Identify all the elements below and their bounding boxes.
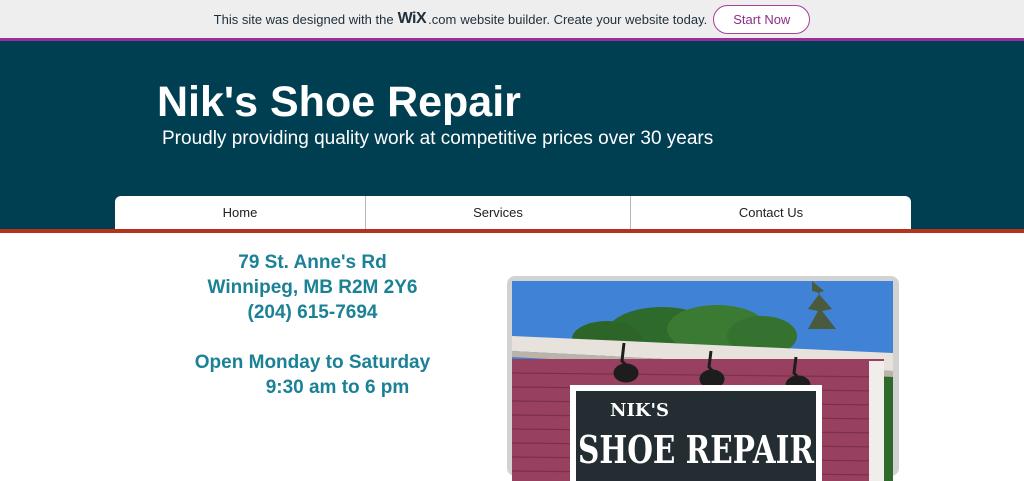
wix-logo: WiX (397, 10, 427, 27)
address-line-1: 79 St. Anne's Rd (238, 252, 387, 273)
contact-info: 79 St. Anne's Rd Winnipeg, MB R2M 2Y6 (2… (160, 250, 465, 400)
wix-promo-banner: This site was designed with the WiX .com… (0, 0, 1024, 38)
phone-number[interactable]: (204) 615-7694 (160, 300, 465, 325)
site-tagline: Proudly providing quality work at compet… (162, 128, 714, 149)
storefront-photo[interactable]: NIK'S SHOE REPAIR (512, 281, 893, 481)
hours-time: 9:30 am to 6 pm (265, 377, 410, 398)
nav-divider (0, 229, 1024, 233)
storefront-illustration: NIK'S SHOE REPAIR (512, 281, 893, 481)
start-now-button[interactable]: Start Now (713, 4, 811, 34)
sign-small-text: NIK'S (610, 400, 669, 421)
storefront-photo-frame: NIK'S SHOE REPAIR (507, 276, 899, 481)
wix-promo-text: This site was designed with the WiX .com… (214, 10, 708, 28)
nav-item-contact-us[interactable]: Contact Us (631, 196, 911, 229)
nav-item-home[interactable]: Home (115, 196, 366, 229)
sign-large-text: SHOE REPAIR (578, 427, 814, 472)
promo-text-after: website builder. Create your website tod… (460, 11, 708, 27)
hours-title: Open Monday to Saturday (194, 352, 431, 373)
promo-text-before: This site was designed with the (213, 11, 394, 27)
nav-item-services[interactable]: Services (366, 196, 631, 229)
address-line-2: Winnipeg, MB R2M 2Y6 (207, 277, 418, 298)
main-nav: Home Services Contact Us (115, 196, 911, 229)
site-title[interactable]: Nik's Shoe Repair (157, 78, 521, 127)
wix-dotcom: .com (428, 11, 457, 27)
